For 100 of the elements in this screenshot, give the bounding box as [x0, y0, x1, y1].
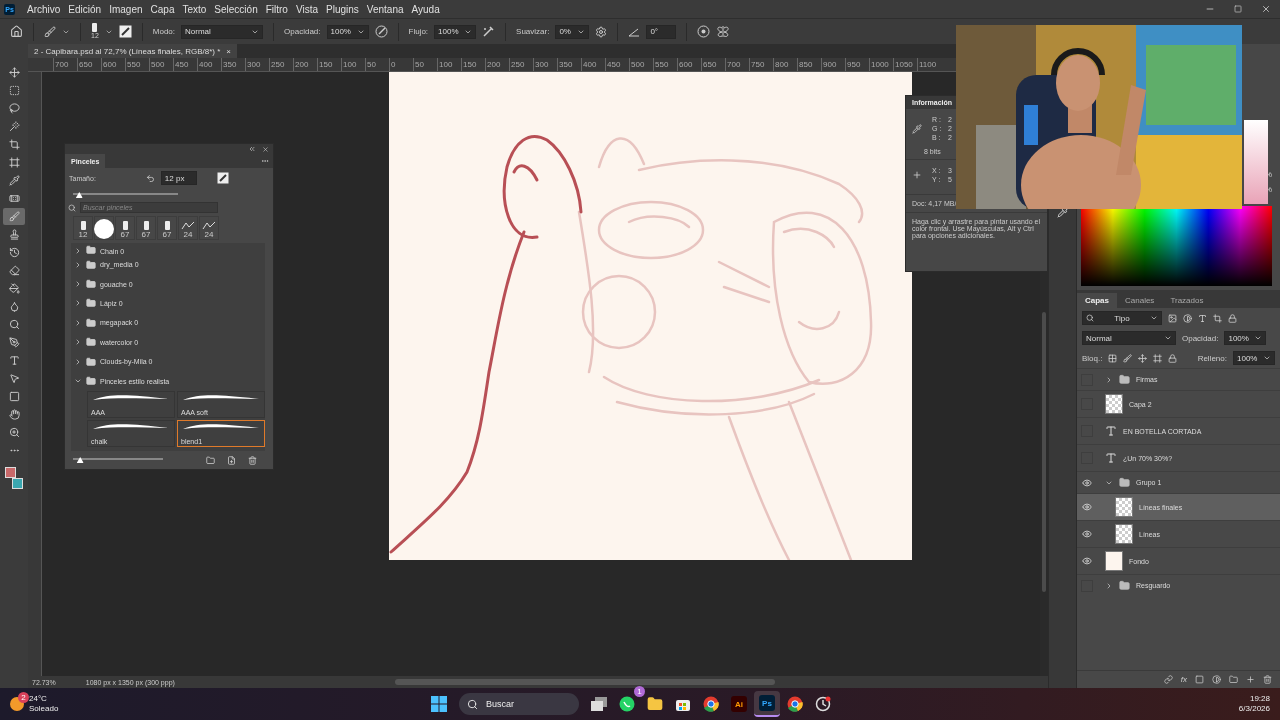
brush-preset[interactable]: 67: [136, 216, 156, 240]
brush-preset[interactable]: 67: [157, 216, 177, 240]
panel-tab[interactable]: Trazados: [1162, 293, 1212, 308]
chat-icon[interactable]: [619, 696, 635, 712]
brush-settings-icon[interactable]: [118, 25, 132, 38]
size-field[interactable]: 12 px: [160, 171, 197, 185]
menu-icon[interactable]: [261, 157, 269, 165]
new-brush-icon[interactable]: [227, 455, 236, 465]
caret-icon[interactable]: [1150, 314, 1158, 322]
menu-item[interactable]: Ayuda: [407, 3, 444, 15]
layer-style-button[interactable]: fx: [1180, 675, 1187, 684]
shape-filter-icon[interactable]: [1213, 313, 1222, 323]
chevron-icon[interactable]: [1105, 581, 1113, 590]
folder-icon[interactable]: [647, 696, 663, 712]
airbrush-icon[interactable]: [482, 25, 496, 38]
settings-icon[interactable]: [595, 25, 608, 38]
browser-icon[interactable]: [787, 696, 803, 712]
weather-icon[interactable]: [10, 697, 24, 711]
brush-preset[interactable]: [94, 216, 114, 240]
brush-preset[interactable]: 24: [199, 216, 219, 240]
blend-mode-dropdown[interactable]: Normal: [1082, 331, 1176, 345]
flow-field[interactable]: 100%: [434, 24, 477, 39]
brush-preset[interactable]: 12: [73, 216, 93, 240]
mode-dropdown[interactable]: Normal: [181, 24, 264, 39]
app-tile[interactable]: Ai: [731, 696, 747, 712]
lock-pixels-icon[interactable]: [1108, 353, 1118, 363]
color-spectrum[interactable]: [1081, 206, 1272, 286]
scrollbar-thumb[interactable]: [394, 679, 775, 685]
menu-item[interactable]: Filtro: [261, 3, 292, 15]
color-picker-icon[interactable]: [1056, 206, 1069, 218]
new-folder-icon[interactable]: [206, 455, 215, 465]
adjustment-filter-icon[interactable]: [1183, 313, 1192, 323]
brush-preset[interactable]: 24: [178, 216, 198, 240]
menu-item[interactable]: Selección: [210, 3, 262, 15]
lock-paint-icon[interactable]: [1123, 353, 1133, 363]
menu-item[interactable]: Texto: [178, 3, 211, 15]
brush-settings-icon[interactable]: [216, 172, 229, 184]
opacity-field[interactable]: 100%: [1224, 331, 1267, 345]
app-tile[interactable]: Ps: [759, 695, 775, 711]
maximize-icon[interactable]: [1234, 5, 1242, 13]
reset-icon[interactable]: [145, 173, 155, 183]
brush-preset[interactable]: 67: [115, 216, 135, 240]
lock-artboard-icon[interactable]: [1153, 353, 1163, 363]
type-filter-icon[interactable]: [1198, 313, 1207, 323]
opacity-field[interactable]: 100%: [326, 24, 369, 39]
clock-icon[interactable]: [815, 696, 831, 712]
eye-icon[interactable]: [1081, 476, 1093, 489]
menu-item[interactable]: Archivo: [23, 3, 65, 15]
chevron-icon[interactable]: [1105, 375, 1113, 384]
browser-icon[interactable]: [703, 696, 719, 712]
menu-item[interactable]: Imagen: [105, 3, 147, 15]
pressure-size-icon[interactable]: [697, 25, 711, 38]
windows-stack-icon[interactable]: [591, 697, 607, 711]
brush-icon[interactable]: [44, 25, 56, 38]
link-icon[interactable]: [1163, 675, 1173, 684]
menu-item[interactable]: Capa: [146, 3, 179, 15]
slider-thumb[interactable]: [76, 457, 84, 463]
lock-position-icon[interactable]: [1138, 353, 1148, 363]
layer-thumbnail: [1105, 551, 1123, 571]
eye-icon[interactable]: [1081, 555, 1093, 567]
collapse-icon[interactable]: [248, 145, 256, 153]
eye-icon[interactable]: [1081, 528, 1093, 540]
caret-icon[interactable]: [1263, 354, 1271, 362]
document-tab[interactable]: 2 - Capibara.psd al 72,7% (Líneas finales, RGB/8*) * ×: [28, 44, 237, 58]
trash-icon[interactable]: [1263, 675, 1272, 684]
mask-icon[interactable]: [1195, 675, 1204, 684]
layer-filter-dropdown[interactable]: Tipo: [1082, 311, 1162, 325]
menu-item[interactable]: Edición: [64, 3, 106, 15]
fill-field[interactable]: 100%: [1233, 351, 1275, 365]
panel-tab[interactable]: Capas: [1077, 293, 1117, 308]
menu-item[interactable]: Plugins: [322, 3, 363, 15]
close-icon[interactable]: [1261, 4, 1271, 14]
image-filter-icon[interactable]: [1168, 313, 1177, 323]
weather-condition: Soleado: [29, 704, 59, 714]
menu-item[interactable]: Vista: [291, 3, 322, 15]
lock-icon[interactable]: [1168, 353, 1178, 363]
trash-icon[interactable]: [248, 455, 257, 465]
adjustment-icon[interactable]: [1212, 675, 1221, 684]
pressure-icon[interactable]: [374, 25, 388, 38]
windows-icon[interactable]: [431, 696, 447, 712]
caret-icon[interactable]: [1164, 334, 1172, 342]
scrollbar-thumb[interactable]: [1042, 312, 1046, 592]
search-field[interactable]: Buscar: [459, 693, 579, 715]
foreground-color-swatch[interactable]: [5, 467, 16, 478]
new-layer-icon[interactable]: [1246, 675, 1255, 684]
brush-tool-icon[interactable]: [3, 208, 25, 225]
close-icon[interactable]: [262, 145, 269, 153]
home-icon[interactable]: [10, 25, 23, 38]
eyedropper-icon: [912, 123, 922, 134]
menu-item[interactable]: Ventana: [362, 3, 408, 15]
angle-field[interactable]: 0°: [646, 24, 677, 39]
symmetry-icon[interactable]: [716, 25, 731, 38]
background-color-swatch[interactable]: [12, 478, 23, 489]
slider-thumb[interactable]: [75, 192, 83, 198]
ruler-label: 500: [149, 58, 173, 71]
panel-tab[interactable]: Canales: [1117, 293, 1163, 308]
smoothing-field[interactable]: 0%: [555, 24, 590, 39]
caret-icon[interactable]: [1254, 334, 1263, 342]
eye-icon[interactable]: [1081, 501, 1093, 513]
lock-filter-icon[interactable]: [1228, 313, 1237, 323]
